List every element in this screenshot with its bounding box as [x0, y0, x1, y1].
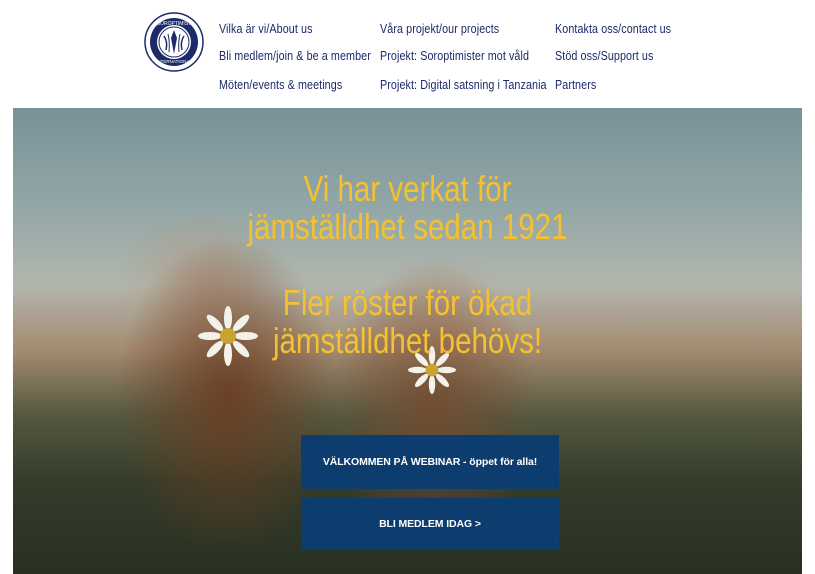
- headline-primary-line2: jämställdhet sedan 1921: [247, 206, 568, 247]
- nav-about-us[interactable]: Vilka är vi/About us: [219, 22, 313, 36]
- soroptimist-logo-icon[interactable]: SOROPTIMIST INTERNATIONAL: [144, 12, 204, 72]
- hero-headline-secondary: Fler röster för ökad jämställdhet behövs…: [84, 284, 731, 360]
- nav-partners[interactable]: Partners: [555, 78, 596, 92]
- nav-project-violence[interactable]: Projekt: Soroptimister mot våld: [380, 49, 529, 63]
- headline-primary-line1: Vi har verkat för: [303, 168, 512, 209]
- headline-secondary-line1: Fler röster för ökad: [282, 282, 533, 323]
- nav-join-member[interactable]: Bli medlem/join & be a member: [219, 49, 371, 63]
- site-header: SOROPTIMIST INTERNATIONAL Vilka är vi/Ab…: [0, 0, 815, 108]
- nav-contact-us[interactable]: Kontakta oss/contact us: [555, 22, 671, 36]
- nav-our-projects[interactable]: Våra projekt/our projects: [380, 22, 499, 36]
- webinar-button[interactable]: VÄLKOMMEN PÅ WEBINAR - öppet för alla!: [301, 435, 559, 489]
- nav-project-tanzania[interactable]: Projekt: Digital satsning i Tanzania: [380, 78, 547, 92]
- logo-lettering-top: SOROPTIMIST: [157, 21, 191, 27]
- hero-banner: Vi har verkat för jämställdhet sedan 192…: [13, 108, 802, 574]
- headline-secondary-line2: jämställdhet behövs!: [272, 320, 543, 361]
- nav-events-meetings[interactable]: Möten/events & meetings: [219, 78, 342, 92]
- nav-support-us[interactable]: Stöd oss/Support us: [555, 49, 653, 63]
- hero-headline-primary: Vi har verkat för jämställdhet sedan 192…: [84, 170, 731, 246]
- become-member-button[interactable]: BLI MEDLEM IDAG >: [301, 498, 559, 550]
- logo-lettering-bottom: INTERNATIONAL: [156, 59, 192, 64]
